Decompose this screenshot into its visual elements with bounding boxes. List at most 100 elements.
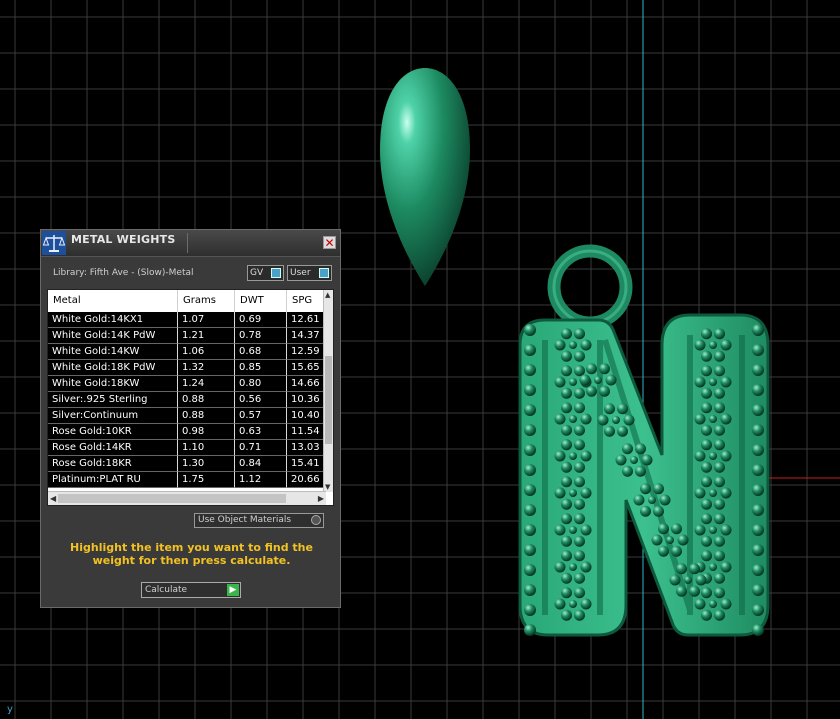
- bead: [701, 424, 712, 436]
- bead: [701, 387, 712, 399]
- table-row[interactable]: Platinum:PLAT RU 1.75 1.12 20.66: [48, 472, 325, 488]
- bead: [752, 324, 764, 336]
- scroll-right-icon[interactable]: ▶: [318, 492, 324, 505]
- table-row[interactable]: Rose Gold:18KR 1.30 0.84 15.41: [48, 456, 325, 472]
- cell-metal: Platinum:PLAT RU: [48, 472, 178, 488]
- drop-model[interactable]: [380, 68, 470, 286]
- bead: [640, 505, 651, 517]
- bead: [622, 443, 633, 455]
- bead: [561, 513, 572, 525]
- bead: [605, 374, 617, 386]
- bead: [561, 587, 572, 599]
- bead: [579, 374, 591, 386]
- horizontal-scrollbar[interactable]: ◀ ▶: [48, 491, 326, 505]
- column-header-spg[interactable]: SPG: [287, 290, 325, 312]
- bead: [720, 561, 732, 573]
- bead: [709, 600, 717, 608]
- bead: [689, 563, 700, 575]
- bead: [524, 464, 536, 476]
- bead: [720, 450, 732, 462]
- bead: [709, 563, 717, 571]
- bead: [709, 526, 717, 534]
- scroll-left-icon[interactable]: ◀: [50, 492, 56, 505]
- bead: [524, 624, 536, 636]
- bead: [752, 624, 764, 636]
- bead: [574, 387, 585, 399]
- bead: [709, 341, 717, 349]
- bead: [574, 328, 585, 340]
- table-row[interactable]: White Gold:18KW 1.24 0.80 14.66: [48, 376, 325, 392]
- cell-metal: White Gold:18K PdW: [48, 360, 178, 376]
- bead: [701, 476, 712, 488]
- calculate-button[interactable]: Calculate ▶: [141, 582, 241, 598]
- cell-grams: 1.21: [178, 328, 235, 344]
- bead: [580, 487, 592, 499]
- bead: [694, 524, 706, 536]
- panel-titlebar[interactable]: METAL WEIGHTS ✕: [41, 230, 340, 257]
- cell-dwt: 1.12: [235, 472, 287, 488]
- bead: [752, 384, 764, 396]
- cell-dwt: 0.56: [235, 392, 287, 408]
- column-header-grams[interactable]: Grams: [178, 290, 235, 312]
- bead: [524, 444, 536, 456]
- bead: [752, 364, 764, 376]
- table-row[interactable]: Rose Gold:10KR 0.98 0.63 11.54: [48, 424, 325, 440]
- table-row[interactable]: Silver:Continuum 0.88 0.57 10.40: [48, 408, 325, 424]
- bead: [666, 536, 674, 544]
- metal-weights-table[interactable]: Metal Grams DWT SPG White Gold:14KX1 1.07…: [47, 289, 334, 506]
- bead: [694, 487, 706, 499]
- bead: [695, 574, 707, 586]
- table-row[interactable]: Rose Gold:14KR 1.10 0.71 13.03: [48, 440, 325, 456]
- vertical-scrollbar[interactable]: ▲ ▼: [323, 290, 333, 492]
- table-row[interactable]: Silver:.925 Sterling 0.88 0.56 10.36: [48, 392, 325, 408]
- use-object-materials-toggle[interactable]: Use Object Materials: [194, 513, 324, 528]
- bead: [653, 505, 664, 517]
- bead: [604, 403, 615, 415]
- cell-grams: 1.24: [178, 376, 235, 392]
- cell-metal: Rose Gold:18KR: [48, 456, 178, 472]
- scroll-up-icon[interactable]: ▲: [325, 291, 330, 299]
- scroll-down-icon[interactable]: ▼: [325, 483, 330, 491]
- bead: [524, 384, 536, 396]
- table-row[interactable]: White Gold:14K PdW 1.21 0.78 14.37: [48, 328, 325, 344]
- bead: [561, 535, 572, 547]
- bead: [709, 378, 717, 386]
- bead: [658, 523, 669, 535]
- close-button[interactable]: ✕: [323, 236, 336, 249]
- bead: [720, 598, 732, 610]
- bead: [561, 365, 572, 377]
- bead: [524, 424, 536, 436]
- bead: [597, 414, 609, 426]
- bead: [752, 424, 764, 436]
- letter-n-pendant[interactable]: [518, 244, 770, 637]
- bead: [701, 513, 712, 525]
- column-header-dwt[interactable]: DWT: [235, 290, 287, 312]
- gv-library-toggle[interactable]: GV: [247, 265, 284, 281]
- bead: [752, 604, 764, 616]
- cell-spg: 15.65: [287, 360, 325, 376]
- horizontal-scroll-thumb[interactable]: [58, 494, 286, 503]
- bead: [701, 550, 712, 562]
- bead: [752, 484, 764, 496]
- bead: [714, 550, 725, 562]
- cell-grams: 1.30: [178, 456, 235, 472]
- bead: [554, 450, 566, 462]
- bead: [524, 564, 536, 576]
- axis-indicator: y: [7, 704, 13, 715]
- table-row[interactable]: White Gold:14KX1 1.07 0.69 12.61: [48, 312, 325, 328]
- bead: [524, 324, 536, 336]
- bead: [524, 504, 536, 516]
- bead: [709, 452, 717, 460]
- bead: [574, 402, 585, 414]
- vertical-scroll-thumb[interactable]: [325, 356, 332, 444]
- table-row[interactable]: White Gold:18K PdW 1.32 0.85 15.65: [48, 360, 325, 376]
- cell-spg: 14.66: [287, 376, 325, 392]
- bead: [714, 513, 725, 525]
- cell-dwt: 0.85: [235, 360, 287, 376]
- user-library-toggle[interactable]: User: [287, 265, 332, 281]
- bead: [701, 350, 712, 362]
- table-row[interactable]: White Gold:14KW 1.06 0.68 12.59: [48, 344, 325, 360]
- bead: [594, 376, 602, 384]
- column-header-metal[interactable]: Metal: [48, 290, 178, 312]
- bead: [617, 403, 628, 415]
